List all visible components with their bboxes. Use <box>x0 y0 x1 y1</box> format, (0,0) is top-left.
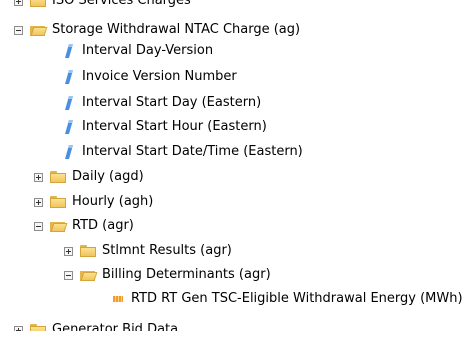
folder-icon <box>29 0 47 8</box>
node-label: Daily (agd) <box>72 169 144 184</box>
collapse-icon[interactable] <box>34 221 43 231</box>
attribute-icon <box>65 96 73 110</box>
expand-icon[interactable] <box>14 325 23 331</box>
expand-icon[interactable] <box>34 172 43 182</box>
node-label: Billing Determinants (agr) <box>102 267 271 282</box>
tree-node-rtd[interactable]: RTD (agr) <box>34 216 134 236</box>
tree-attr-interval-start-datetime[interactable]: Interval Start Date/Time (Eastern) <box>64 142 303 162</box>
tree-measure-rtd-rt-gen-tsc[interactable]: RTD RT Gen TSC-Eligible Withdrawal Energ… <box>113 289 463 309</box>
attribute-icon <box>65 145 73 159</box>
node-label: Generator Bid Data <box>52 322 179 337</box>
tree-node-hourly[interactable]: Hourly (agh) <box>34 192 153 212</box>
tree-node-storage-withdrawal[interactable]: Storage Withdrawal NTAC Charge (ag) <box>14 20 300 40</box>
node-label: ISO Services Charges <box>52 0 191 8</box>
node-label: RTD RT Gen TSC-Eligible Withdrawal Energ… <box>131 291 463 306</box>
attribute-icon <box>65 44 73 58</box>
tree-attr-interval-day-version[interactable]: Interval Day-Version <box>64 41 213 61</box>
node-label: Stlmnt Results (agr) <box>102 243 232 258</box>
tree-attr-invoice-version-number[interactable]: Invoice Version Number <box>64 67 237 87</box>
attribute-icon <box>65 70 73 84</box>
collapse-icon[interactable] <box>64 270 73 280</box>
node-label: Interval Day-Version <box>82 43 214 58</box>
node-label: Storage Withdrawal NTAC Charge (ag) <box>52 22 301 37</box>
node-label: RTD (agr) <box>72 218 134 233</box>
expand-icon[interactable] <box>64 246 73 256</box>
open-folder-icon <box>29 23 48 37</box>
tree-node-daily[interactable]: Daily (agd) <box>34 167 144 187</box>
tree-node-generator-bid-data[interactable]: Generator Bid Data <box>14 320 179 337</box>
tree-node-stlmnt-results[interactable]: Stlmnt Results (agr) <box>64 241 232 261</box>
node-label: Hourly (agh) <box>72 194 154 209</box>
tree-node-iso-services[interactable]: ISO Services Charges <box>14 0 191 11</box>
tree-attr-interval-start-hour[interactable]: Interval Start Hour (Eastern) <box>64 117 267 137</box>
node-label: Interval Start Hour (Eastern) <box>82 119 267 134</box>
expand-icon[interactable] <box>14 0 23 6</box>
folder-icon <box>49 170 67 184</box>
tree-node-billing-determinants[interactable]: Billing Determinants (agr) <box>64 265 271 285</box>
tree-attr-interval-start-day[interactable]: Interval Start Day (Eastern) <box>64 93 261 113</box>
folder-icon <box>29 323 47 331</box>
collapse-icon[interactable] <box>14 25 23 35</box>
folder-icon <box>49 195 67 209</box>
measure-icon <box>113 296 123 302</box>
folder-icon <box>79 244 97 258</box>
open-folder-icon <box>79 268 98 282</box>
node-label: Invoice Version Number <box>82 69 237 84</box>
attribute-icon <box>65 120 73 134</box>
node-label: Interval Start Day (Eastern) <box>82 95 262 110</box>
open-folder-icon <box>49 219 68 233</box>
expand-icon[interactable] <box>34 197 43 207</box>
report-data-tree: ISO Services Charges Storage Withdrawal … <box>0 0 475 331</box>
node-label: Interval Start Date/Time (Eastern) <box>82 144 303 159</box>
